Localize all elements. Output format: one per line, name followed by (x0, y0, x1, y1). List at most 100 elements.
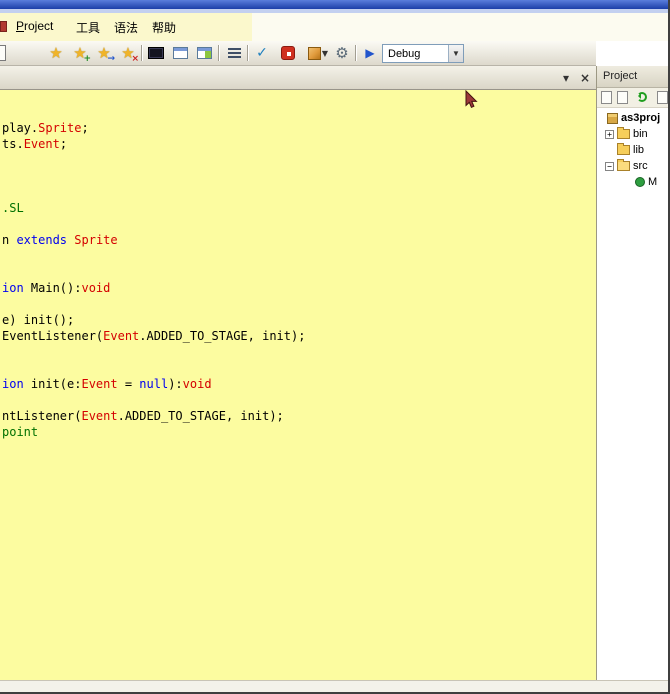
code-token: Sprite (74, 233, 117, 247)
red-glyph (281, 46, 295, 60)
tree-label: src (633, 160, 648, 172)
code-line: ntListener(Event.ADDED_TO_STAGE, init); (2, 408, 305, 424)
combo-value: Debug (388, 48, 420, 60)
code-token: Event (24, 137, 60, 151)
window-titlebar[interactable] (0, 0, 668, 9)
code-line: ts.Event; (2, 136, 305, 152)
monitor-glyph (148, 47, 164, 59)
tree-item-project-root[interactable]: as3proj (597, 110, 670, 126)
menu-item-tools[interactable]: 工具 (76, 19, 100, 36)
split-panel-icon[interactable] (170, 43, 190, 63)
code-line: ion Main():void (2, 280, 305, 296)
cube-glyph (308, 47, 321, 60)
code-line (2, 152, 305, 168)
toolbar-separator (247, 45, 248, 61)
clipped-menu-icon (0, 21, 7, 32)
code-token: ; (81, 121, 88, 135)
document-tab-strip: ▾ × (0, 66, 596, 90)
code-token: init(e: (24, 377, 82, 391)
star-icon[interactable]: ★ (46, 43, 66, 63)
panel-green-icon[interactable] (194, 43, 214, 63)
code-line: n extends Sprite (2, 232, 305, 248)
code-token: extends (16, 233, 67, 247)
cross-badge-icon: × (131, 54, 139, 64)
menu-item-syntax[interactable]: 语法 (114, 19, 138, 36)
star-go-icon[interactable]: ★→ (94, 43, 114, 63)
code-token: ; (60, 137, 67, 151)
document-icon[interactable] (0, 45, 6, 61)
align-list-icon[interactable] (224, 43, 244, 63)
combo-dropdown-icon[interactable]: ▼ (448, 45, 463, 62)
list-view-icon[interactable] (657, 91, 668, 104)
code-token: .ADDED_TO_STAGE, init); (139, 329, 305, 343)
tree-item-lib[interactable]: lib (597, 142, 670, 158)
project-panel-toolbar (597, 88, 670, 108)
star-glyph: ★ (49, 44, 62, 62)
code-line: point (2, 424, 305, 440)
expand-plus-icon[interactable]: + (605, 130, 614, 139)
align-glyph (228, 48, 241, 58)
project-panel: Project as3proj + bin lib − (596, 66, 670, 680)
star-remove-icon[interactable]: ★× (118, 43, 138, 63)
collapse-minus-icon[interactable]: − (605, 162, 614, 171)
menu-item-help[interactable]: 帮助 (152, 19, 176, 36)
code-token: EventListener( (2, 329, 103, 343)
code-editor[interactable]: play.Sprite;ts.Event; .SL n extends Spri… (0, 90, 596, 680)
panel-glyph (173, 47, 188, 59)
code-token: void (81, 281, 110, 295)
debug-configuration-combobox[interactable]: Debug ▼ (382, 44, 464, 63)
window-bottom-edge (0, 680, 668, 692)
code-line (2, 344, 305, 360)
stop-red-icon[interactable] (278, 43, 298, 63)
code-token: null (139, 377, 168, 391)
project-cube-icon (607, 113, 618, 124)
refresh-icon[interactable] (637, 92, 647, 102)
code-token: void (183, 377, 212, 391)
plus-badge-icon: + (83, 54, 91, 64)
toolbar-separator (355, 45, 356, 61)
monitor-icon[interactable] (146, 43, 166, 63)
open-file-icon[interactable] (617, 91, 628, 104)
code-line: play.Sprite; (2, 120, 305, 136)
tree-label: bin (633, 128, 648, 140)
build-dropdown-icon[interactable]: ▼ (320, 43, 330, 63)
code-token: ts. (2, 137, 24, 151)
tab-list-chevron-icon[interactable]: ▾ (558, 70, 574, 86)
code-line: .SL (2, 200, 305, 216)
tree-label: as3proj (621, 112, 660, 124)
code-token: ion (2, 281, 24, 295)
open-folder-icon (617, 161, 630, 171)
arrow-badge-icon: → (107, 54, 115, 64)
close-tab-icon[interactable]: × (577, 70, 593, 86)
code-line (2, 216, 305, 232)
code-token: .ADDED_TO_STAGE, init); (118, 409, 284, 423)
code-token: ion (2, 377, 24, 391)
code-token: point (2, 425, 38, 439)
code-line: EventListener(Event.ADDED_TO_STAGE, init… (2, 328, 305, 344)
code-token: ): (168, 377, 182, 391)
tree-item-src[interactable]: − src (597, 158, 670, 174)
toolbar-separator (218, 45, 219, 61)
code-line (2, 168, 305, 184)
flashdevelop-window: Project 工具 语法 帮助 ★ ★+ ★→ ★× ✓ ▼ ⚙ ▶ Debu… (0, 0, 670, 694)
code-token: ntListener( (2, 409, 81, 423)
code-line: ion init(e:Event = null):void (2, 376, 305, 392)
code-token: Event (81, 377, 117, 391)
tree-label: M (648, 176, 657, 188)
syntax-check-icon[interactable]: ✓ (252, 43, 272, 63)
toolbar-separator (141, 45, 142, 61)
menu-item-project[interactable]: Project (16, 19, 53, 33)
code-token: Main(): (24, 281, 82, 295)
panel-green-glyph (197, 47, 212, 59)
as-file-icon (635, 177, 645, 187)
code-line (2, 184, 305, 200)
tree-item-main-file[interactable]: M (597, 174, 670, 190)
new-file-icon[interactable] (601, 91, 612, 104)
debug-play-icon[interactable]: ▶ (360, 43, 380, 63)
code-line (2, 296, 305, 312)
settings-gear-icon[interactable]: ⚙ (332, 43, 352, 63)
star-add-icon[interactable]: ★+ (70, 43, 90, 63)
folder-icon (617, 129, 630, 139)
tree-item-bin[interactable]: + bin (597, 126, 670, 142)
code-token: Event (81, 409, 117, 423)
